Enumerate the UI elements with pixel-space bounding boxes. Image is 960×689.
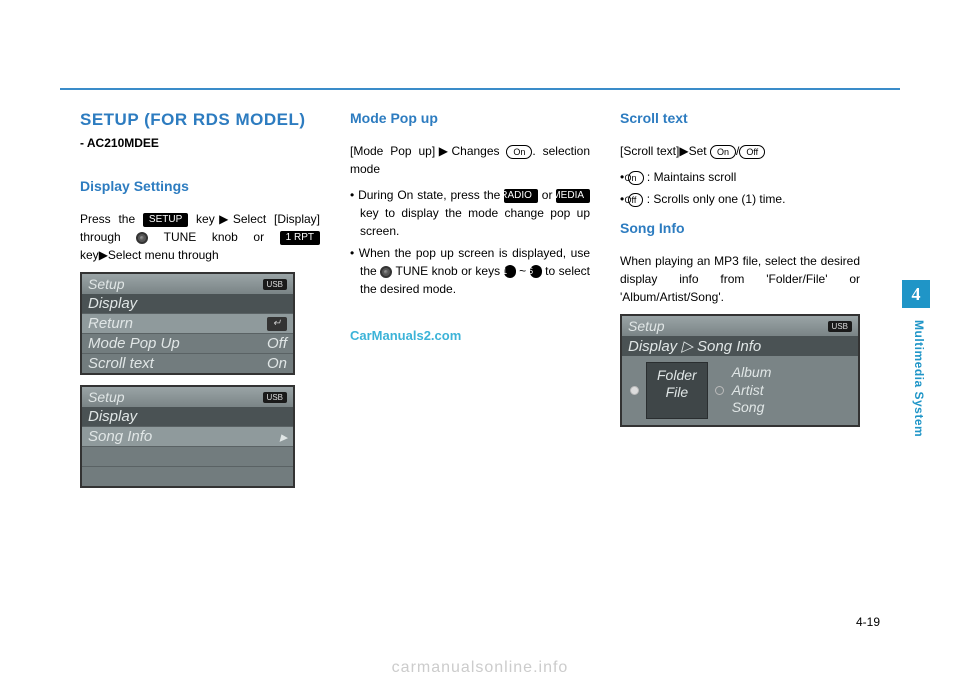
text: Changes: [451, 144, 506, 158]
ss-title: Setup: [88, 276, 125, 292]
page-title: SETUP (FOR RDS MODEL): [80, 110, 320, 130]
text: Album: [732, 364, 772, 382]
ss-label: Mode Pop Up: [88, 335, 180, 352]
chapter-tab: 4: [902, 280, 930, 308]
usb-badge: USB: [263, 279, 287, 290]
usb-badge: USB: [263, 392, 287, 403]
one-rpt-key: 1 RPT: [280, 231, 320, 245]
column-2: Mode Pop up [Mode Pop up]▶Changes On. se…: [350, 110, 590, 498]
ss-row-mode-popup: Mode Pop Up Off: [82, 333, 293, 353]
text: During On state, press the: [358, 188, 504, 202]
text: Set: [689, 144, 710, 158]
ss-header: Setup USB: [82, 274, 293, 294]
ss-row-song-info: Song Info ▸: [82, 426, 293, 446]
radio-unselected: [714, 362, 726, 419]
text: TUNE knob or: [164, 230, 280, 244]
list-item: During On state, press the RADIO or MEDI…: [350, 186, 590, 240]
usb-badge: USB: [828, 321, 852, 332]
text: key: [80, 248, 99, 262]
display-settings-para: Press the SETUP key▶Select [Display] thr…: [80, 210, 320, 264]
text: Artist: [732, 382, 772, 400]
arrow-icon: ▶: [99, 248, 108, 262]
watermark-bottom: carmanualsonline.info: [0, 659, 960, 677]
page-content: SETUP (FOR RDS MODEL) - AC210MDEE Displa…: [80, 110, 860, 498]
ss-section: Display: [82, 294, 293, 313]
text: [Mode Pop up]: [350, 144, 435, 158]
off-pill: Off: [628, 193, 644, 207]
text: TUNE knob or keys: [392, 264, 503, 278]
media-key: MEDIA: [556, 189, 590, 203]
heading-display-settings: Display Settings: [80, 178, 320, 194]
ss-row-empty: [82, 466, 293, 486]
list-item: Off : Scrolls only one (1) time.: [620, 190, 860, 208]
option-album-artist-song: Album Artist Song: [732, 362, 772, 419]
ss-row-empty: [82, 446, 293, 466]
screenshot-song-info-select: Setup USB Display ▷ Song Info Folder Fil…: [620, 314, 860, 427]
text: Song: [732, 399, 772, 417]
screenshot-song-info-menu: Setup USB Display Song Info ▸: [80, 385, 295, 488]
heading-song-info: Song Info: [620, 220, 860, 236]
mode-popup-para: [Mode Pop up]▶Changes On. selection mode: [350, 142, 590, 178]
heading-mode-popup: Mode Pop up: [350, 110, 590, 126]
radio-selected: [628, 362, 640, 419]
text: key: [196, 212, 215, 226]
radio-key: RADIO: [504, 189, 538, 203]
column-3: Scroll text [Scroll text]▶Set On/Off On …: [620, 110, 860, 498]
text: Folder: [657, 367, 697, 384]
list-item: On : Maintains scroll: [620, 168, 860, 186]
text: [Scroll text]: [620, 144, 679, 158]
ss-label: Song Info: [88, 428, 152, 445]
screenshot-display-menu: Setup USB Display Return ↵ Mode Pop Up O…: [80, 272, 295, 375]
page-number: 4-19: [856, 615, 880, 629]
text: Press the: [80, 212, 143, 226]
tune-knob-icon: [380, 266, 392, 278]
ss-title: Setup: [88, 389, 125, 405]
ss-row-scroll-text: Scroll text On: [82, 353, 293, 373]
top-rule: [60, 88, 900, 90]
arrow-icon: ▶: [679, 144, 688, 158]
ss-label: Return: [88, 315, 133, 332]
ss-value: On: [267, 355, 287, 372]
text: File: [657, 384, 697, 401]
on-pill: On: [506, 145, 532, 159]
ss-section: Display: [82, 407, 293, 426]
list-item: When the pop up screen is displayed, use…: [350, 244, 590, 298]
ss-label: Scroll text: [88, 355, 154, 372]
on-pill: On: [710, 145, 736, 159]
tune-knob-icon: [136, 232, 148, 244]
ss-title: Setup: [628, 318, 665, 334]
option-folder-file: Folder File: [646, 362, 708, 419]
arrow-icon: ▶: [215, 212, 233, 226]
ss-header: Setup USB: [82, 387, 293, 407]
text: Select menu through: [108, 248, 219, 262]
on-pill: On: [628, 171, 644, 185]
off-pill: Off: [739, 145, 765, 159]
mode-popup-list: During On state, press the RADIO or MEDI…: [350, 186, 590, 298]
chevron-right-icon: ▸: [279, 428, 287, 446]
song-info-para: When playing an MP3 file, select the des…: [620, 252, 860, 306]
key-1: 1: [504, 265, 516, 278]
ss-body: Folder File Album Artist Song: [622, 356, 858, 425]
arrow-icon: ▶: [435, 144, 451, 158]
model-code: - AC210MDEE: [80, 136, 320, 150]
radio-empty-icon: [715, 386, 724, 395]
text: : Scrolls only one (1) time.: [643, 192, 785, 206]
column-1: SETUP (FOR RDS MODEL) - AC210MDEE Displa…: [80, 110, 320, 498]
ss-breadcrumb: Display ▷ Song Info: [622, 336, 858, 356]
chapter-label: Multimedia System: [912, 320, 926, 437]
scroll-text-para: [Scroll text]▶Set On/Off: [620, 142, 860, 160]
return-icon: ↵: [267, 317, 287, 331]
heading-scroll-text: Scroll text: [620, 110, 860, 126]
radio-filled-icon: [630, 386, 639, 395]
ss-header: Setup USB: [622, 316, 858, 336]
text: key to display the mode change pop up sc…: [360, 206, 590, 238]
ss-row-return: Return ↵: [82, 313, 293, 333]
text: : Maintains scroll: [644, 170, 737, 184]
ss-value: Off: [267, 335, 287, 352]
scroll-text-list: On : Maintains scroll Off : Scrolls only…: [620, 168, 860, 208]
watermark-mid: CarManuals2.com: [350, 328, 590, 343]
key-6: 6: [530, 265, 542, 278]
setup-key: SETUP: [143, 213, 188, 227]
